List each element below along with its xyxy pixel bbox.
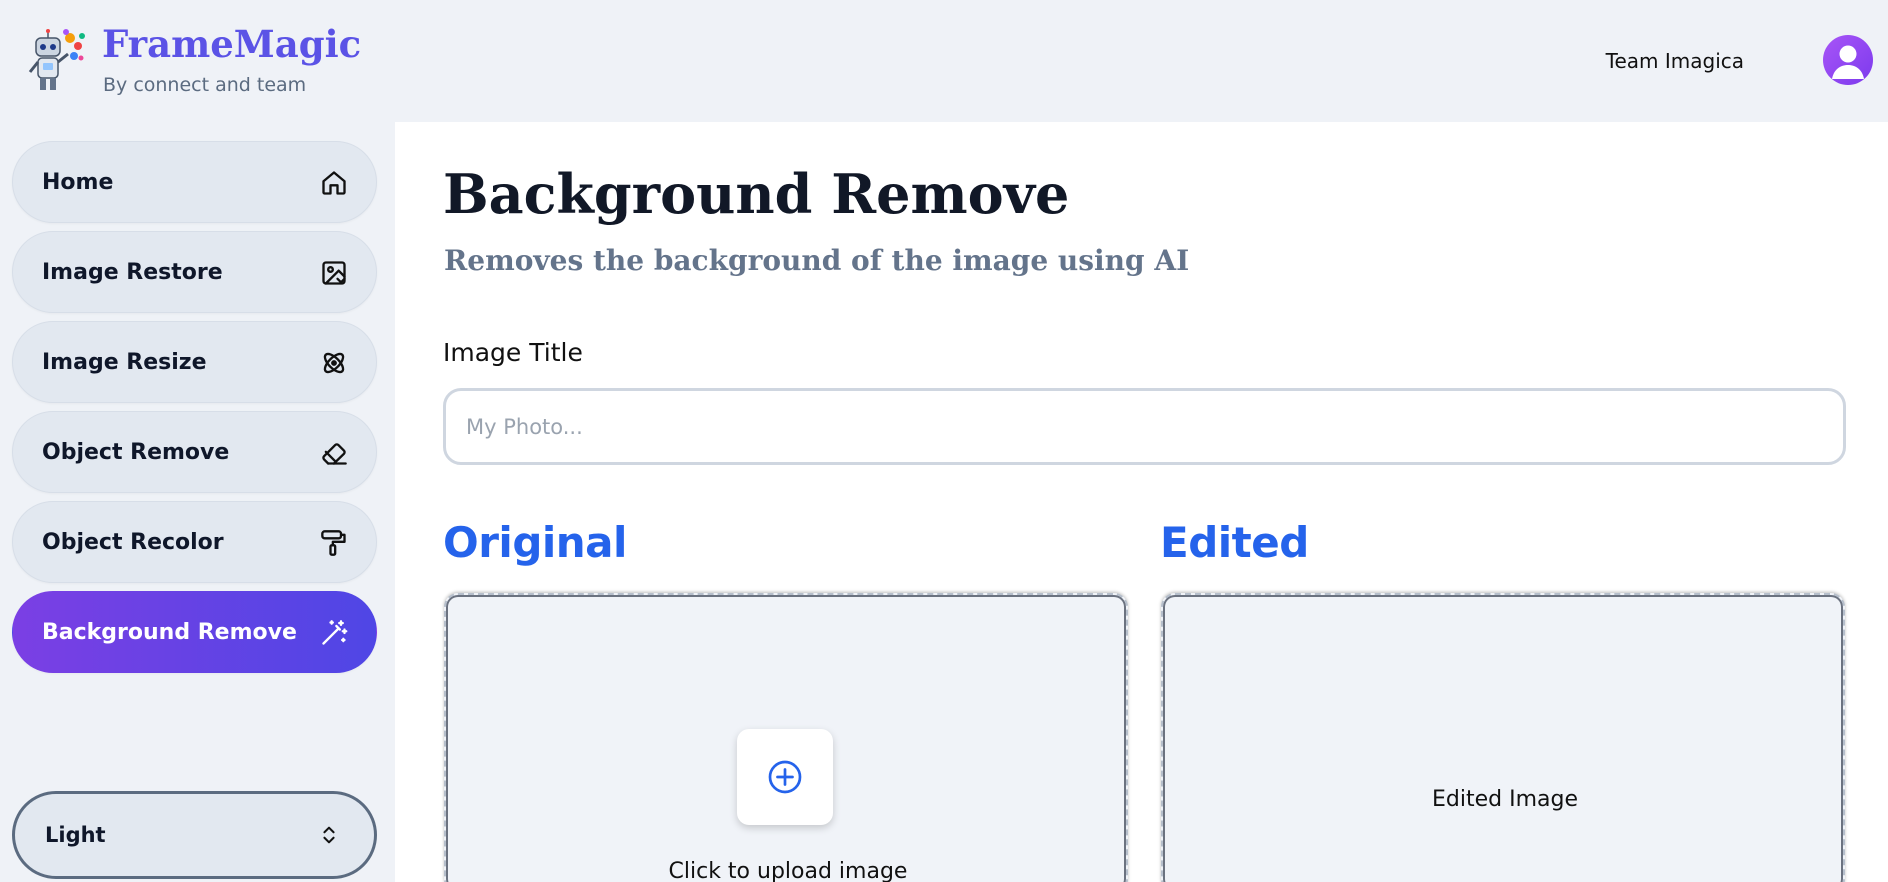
- resize-icon: [320, 349, 348, 377]
- sidebar-item-label: Image Restore: [42, 260, 223, 285]
- sidebar-item-home[interactable]: Home: [12, 141, 377, 223]
- user-avatar-icon[interactable]: [1823, 35, 1873, 85]
- magic-wand-icon: [320, 619, 348, 647]
- theme-select-value: Light: [45, 823, 106, 847]
- eraser-icon: [320, 439, 348, 467]
- sidebar-item-object-remove[interactable]: Object Remove: [12, 411, 377, 493]
- original-heading: Original: [443, 518, 627, 567]
- chevron-up-down-icon: [318, 824, 340, 846]
- paint-roller-icon: [320, 529, 348, 557]
- sidebar-item-object-recolor[interactable]: Object Recolor: [12, 501, 377, 583]
- page-subtitle: Removes the background of the image usin…: [444, 244, 1190, 277]
- image-title-label: Image Title: [443, 338, 583, 367]
- sidebar-item-label: Image Resize: [42, 350, 207, 375]
- upload-button[interactable]: [737, 729, 833, 825]
- sidebar-item-background-remove[interactable]: Background Remove: [12, 591, 377, 673]
- app-subtitle: By connect and team: [103, 74, 307, 96]
- main-panel: Background Remove Removes the background…: [395, 122, 1888, 882]
- sidebar-item-image-resize[interactable]: Image Resize: [12, 321, 377, 403]
- robot-logo-icon[interactable]: [26, 26, 88, 94]
- original-image-dropzone[interactable]: Click to upload image: [444, 593, 1128, 882]
- sidebar-item-label: Home: [42, 170, 114, 195]
- app-title: FrameMagic: [102, 22, 362, 66]
- user-name[interactable]: Team Imagica: [1606, 49, 1744, 73]
- sidebar-item-label: Background Remove: [42, 620, 297, 645]
- image-title-input[interactable]: [443, 388, 1846, 465]
- edited-image-panel: Edited Image: [1161, 593, 1845, 882]
- plus-circle-icon: [768, 760, 802, 794]
- theme-select[interactable]: Light: [12, 791, 377, 879]
- upload-label: Click to upload image: [668, 859, 908, 882]
- page-title: Background Remove: [443, 162, 1070, 226]
- sidebar-item-image-restore[interactable]: Image Restore: [12, 231, 377, 313]
- app-header: FrameMagic By connect and team Team Imag…: [0, 0, 1888, 122]
- sidebar-item-label: Object Remove: [42, 440, 230, 465]
- edited-image-placeholder: Edited Image: [1432, 787, 1578, 812]
- sidebar-item-label: Object Recolor: [42, 530, 224, 555]
- image-restore-icon: [320, 259, 348, 287]
- home-icon: [320, 169, 348, 197]
- edited-heading: Edited: [1160, 518, 1309, 567]
